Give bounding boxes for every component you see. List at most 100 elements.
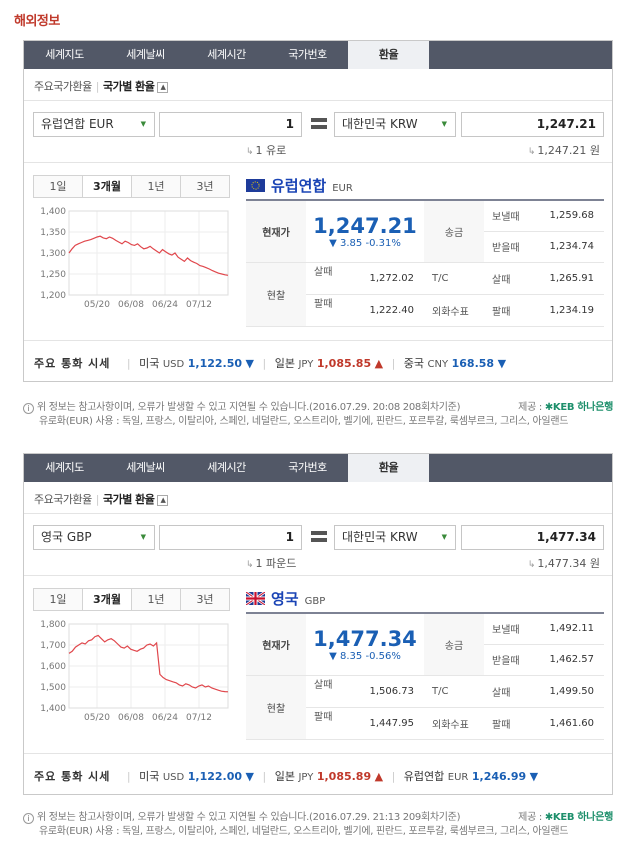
cash-sell-cell: 팔때 1,447.95 <box>306 707 424 740</box>
major-item-1[interactable]: 일본 JPY 1,085.89 ▲ <box>275 770 383 783</box>
tab-bar: 세계지도 세계날씨 세계시간 국가번호 환율 <box>24 41 612 69</box>
current-price: 1,477.34 ▼ 8.35 -0.56% <box>306 613 424 676</box>
major-item-0[interactable]: 미국 USD 1,122.00 ▼ <box>139 770 254 783</box>
period-3m[interactable]: 3개월 <box>82 588 132 611</box>
amount-input[interactable]: 1 <box>159 112 302 137</box>
dropdown-arrow-icon: ▼ <box>140 120 146 128</box>
cash-sell-cell: 팔때 1,222.40 <box>306 294 424 327</box>
current-label: 현재가 <box>246 613 306 676</box>
price-change: ▼ 3.85 -0.31% <box>329 237 401 249</box>
tc-label: T/C <box>424 675 484 708</box>
tab-world-weather[interactable]: 세계날씨 <box>105 41 186 69</box>
check-sell-label: 팔때 <box>484 294 539 327</box>
target-currency-label: 대한민국 KRW <box>342 530 418 544</box>
source-credit: 제공 : ✱KEB 하나은행 <box>518 812 613 823</box>
x-tick-label: 06/24 <box>152 713 178 723</box>
cash-buy-cell: 살때 1,272.02 <box>306 262 424 295</box>
sell-label: 팔때 <box>314 298 333 310</box>
tab-world-map[interactable]: 세계지도 <box>24 454 105 482</box>
recv-value: 1,234.74 <box>539 231 604 263</box>
unit-right: ↳ 1,477.34 원 <box>527 557 600 570</box>
tab-world-weather[interactable]: 세계날씨 <box>105 454 186 482</box>
uk-flag-icon <box>246 592 265 605</box>
tab-exchange-rate[interactable]: 환율 <box>348 454 429 482</box>
send-value: 1,492.11 <box>539 613 604 645</box>
source-currency-select[interactable]: 영국 GBP ▼ <box>33 525 155 550</box>
rate-line <box>68 235 229 276</box>
tab-country-code[interactable]: 국가번호 <box>267 454 348 482</box>
y-tick-label: 1,500 <box>40 683 66 693</box>
period-1d[interactable]: 1일 <box>33 588 83 611</box>
x-tick-label: 05/20 <box>84 300 110 310</box>
unit-left: ↳ 1 유로 <box>246 144 287 157</box>
send-label: 보낼때 <box>484 613 539 645</box>
tc-buy-value: 1,265.91 <box>539 262 604 295</box>
major-item-2[interactable]: 중국 CNY 168.58 ▼ <box>404 357 506 370</box>
tc-label: T/C <box>424 262 484 295</box>
major-label: 주요 통화 시세 <box>34 770 111 783</box>
major-currencies: 주요 통화 시세 | 미국 USD 1,122.50 ▼ | 일본 JPY 1,… <box>34 357 507 370</box>
currency-name: 유럽연합 EUR <box>246 175 353 196</box>
check-label: 외화수표 <box>424 294 484 327</box>
check-sell-value: 1,461.60 <box>539 707 604 740</box>
y-tick-label: 1,600 <box>40 662 66 672</box>
period-1d[interactable]: 1일 <box>33 175 83 198</box>
bank-name: KEB 하나은행 <box>552 402 613 413</box>
y-tick-label: 1,700 <box>40 641 66 651</box>
subtab-major-rates[interactable]: 주요국가환율 <box>34 80 92 93</box>
tab-world-map[interactable]: 세계지도 <box>24 41 105 69</box>
rate-chart: 1,800 1,700 1,600 1,500 1,400 05/20 06/08 06/24… <box>33 616 236 736</box>
subtab-country-rates[interactable]: 국가별 환율 <box>103 493 155 506</box>
amount-input[interactable]: 1 <box>159 525 302 550</box>
major-item-1[interactable]: 일본 JPY 1,085.85 ▲ <box>275 357 383 370</box>
tab-exchange-rate[interactable]: 환율 <box>348 41 429 69</box>
target-currency-select[interactable]: 대한민국 KRW ▼ <box>334 525 456 550</box>
tab-world-time[interactable]: 세계시간 <box>186 454 267 482</box>
source-currency-select[interactable]: 유럽연합 EUR ▼ <box>33 112 155 137</box>
period-3m[interactable]: 3개월 <box>82 175 132 198</box>
period-1y[interactable]: 1년 <box>131 588 181 611</box>
period-1y[interactable]: 1년 <box>131 175 181 198</box>
sell-label: 팔때 <box>314 711 333 723</box>
source-currency-label: 영국 GBP <box>41 530 92 544</box>
tab-bar: 세계지도 세계날씨 세계시간 국가번호 환율 <box>24 454 612 482</box>
major-item-2[interactable]: 유럽연합 EUR 1,246.99 ▼ <box>404 770 538 783</box>
target-currency-select[interactable]: 대한민국 KRW ▼ <box>334 112 456 137</box>
source-credit: 제공 : ✱KEB 하나은행 <box>518 402 613 413</box>
subtab-major-rates[interactable]: 주요국가환율 <box>34 493 92 506</box>
arrow-icon: ↳ <box>527 560 536 570</box>
bank-logo-icon: ✱ <box>544 402 553 413</box>
result-output: 1,477.34 <box>461 525 604 550</box>
recv-label: 받을때 <box>484 644 539 676</box>
recv-label: 받을때 <box>484 231 539 263</box>
eu-flag-icon <box>246 179 265 192</box>
caret-up-icon[interactable]: ▲ <box>157 494 169 506</box>
subtab-country-rates[interactable]: 국가별 환율 <box>103 80 155 93</box>
tab-world-time[interactable]: 세계시간 <box>186 41 267 69</box>
remit-label: 송금 <box>424 613 484 676</box>
bank-name: KEB 하나은행 <box>552 812 613 823</box>
major-item-0[interactable]: 미국 USD 1,122.50 ▼ <box>139 357 254 370</box>
recv-value: 1,462.57 <box>539 644 604 676</box>
tc-buy-label: 살때 <box>484 262 539 295</box>
rate-chart-svg: 1,400 1,350 1,300 1,250 1,200 05/20 06/08 06/24… <box>40 207 229 310</box>
period-3y[interactable]: 3년 <box>180 588 230 611</box>
period-3y[interactable]: 3년 <box>180 175 230 198</box>
dropdown-arrow-icon: ▼ <box>441 120 447 128</box>
rate-table: 현재가 1,247.21 ▼ 3.85 -0.31% 송금 보낼때 1,259.… <box>246 199 604 327</box>
y-tick-label: 1,300 <box>40 249 66 259</box>
info-icon: i <box>23 813 34 824</box>
x-tick-label: 06/08 <box>118 300 144 310</box>
rate-detail: 1일 3개월 1년 3년 1,800 1,700 1,600 1,500 1,400 05… <box>24 576 612 754</box>
y-tick-label: 1,400 <box>40 207 66 217</box>
caret-up-icon[interactable]: ▲ <box>157 81 169 93</box>
unit-right: ↳ 1,247.21 원 <box>527 144 600 157</box>
notice-gbp: i위 정보는 참고사항이며, 오류가 발생할 수 있고 지연될 수 있습니다.(… <box>23 811 613 839</box>
converter: 유럽연합 EUR ▼ 1 대한민국 KRW ▼ 1,247.21 ↳ 1 유로 ↳ 1,… <box>24 101 612 163</box>
equals-icon <box>311 118 327 130</box>
tab-country-code[interactable]: 국가번호 <box>267 41 348 69</box>
major-label: 주요 통화 시세 <box>34 357 111 370</box>
check-sell-label: 팔때 <box>484 707 539 740</box>
x-tick-label: 05/20 <box>84 713 110 723</box>
period-tabs: 1일 3개월 1년 3년 <box>33 175 230 198</box>
